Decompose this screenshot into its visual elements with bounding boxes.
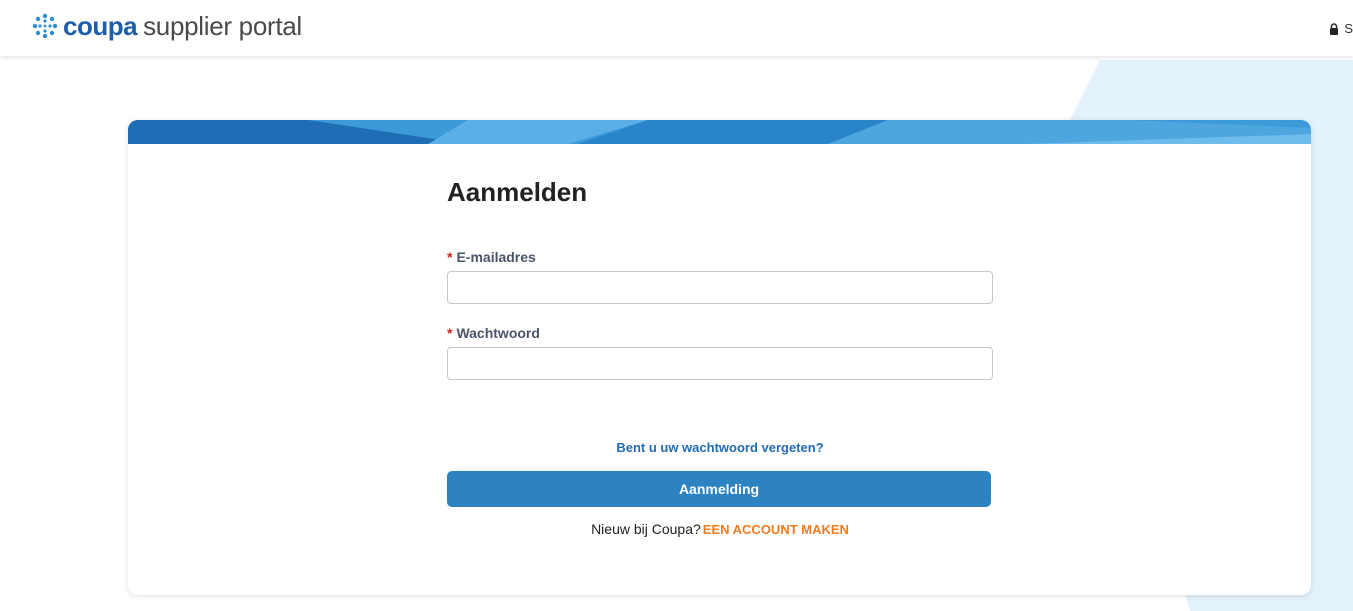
required-marker: * [447, 249, 453, 265]
email-field[interactable] [447, 271, 993, 304]
secure-indicator-text: S [1344, 21, 1353, 36]
new-user-text: Nieuw bij Coupa? [591, 521, 701, 537]
app-root: coupa supplier portal S Aanmelden * E-ma… [0, 0, 1353, 611]
forgot-password-link[interactable]: Bent u uw wachtwoord vergeten? [447, 439, 993, 457]
signup-row: Nieuw bij Coupa? EEN ACCOUNT MAKEN [447, 519, 993, 539]
login-button[interactable]: Aanmelding [447, 471, 991, 507]
coupa-logo-mark-icon [32, 13, 58, 39]
page-title: Aanmelden [447, 177, 588, 207]
secure-indicator[interactable]: S [1329, 21, 1353, 36]
login-form: Aanmelden * E-mailadres * Wachtwoord Ben… [447, 172, 993, 539]
password-field[interactable] [447, 347, 993, 380]
logo-product-text: supplier portal [143, 10, 302, 41]
password-label-text: Wachtwoord [456, 325, 540, 341]
password-label: * Wachtwoord [447, 324, 993, 342]
logo-brand-text: coupa [63, 10, 138, 41]
coupa-logo[interactable]: coupa supplier portal [30, 9, 302, 43]
email-label-text: E-mailadres [456, 249, 536, 265]
lock-icon [1330, 22, 1339, 35]
card-banner-decoration [128, 120, 1311, 144]
email-label: * E-mailadres [447, 248, 993, 266]
create-account-link[interactable]: EEN ACCOUNT MAKEN [703, 522, 849, 537]
top-header: coupa supplier portal S [0, 0, 1353, 56]
required-marker: * [447, 325, 453, 341]
login-card: Aanmelden * E-mailadres * Wachtwoord Ben… [128, 120, 1311, 595]
